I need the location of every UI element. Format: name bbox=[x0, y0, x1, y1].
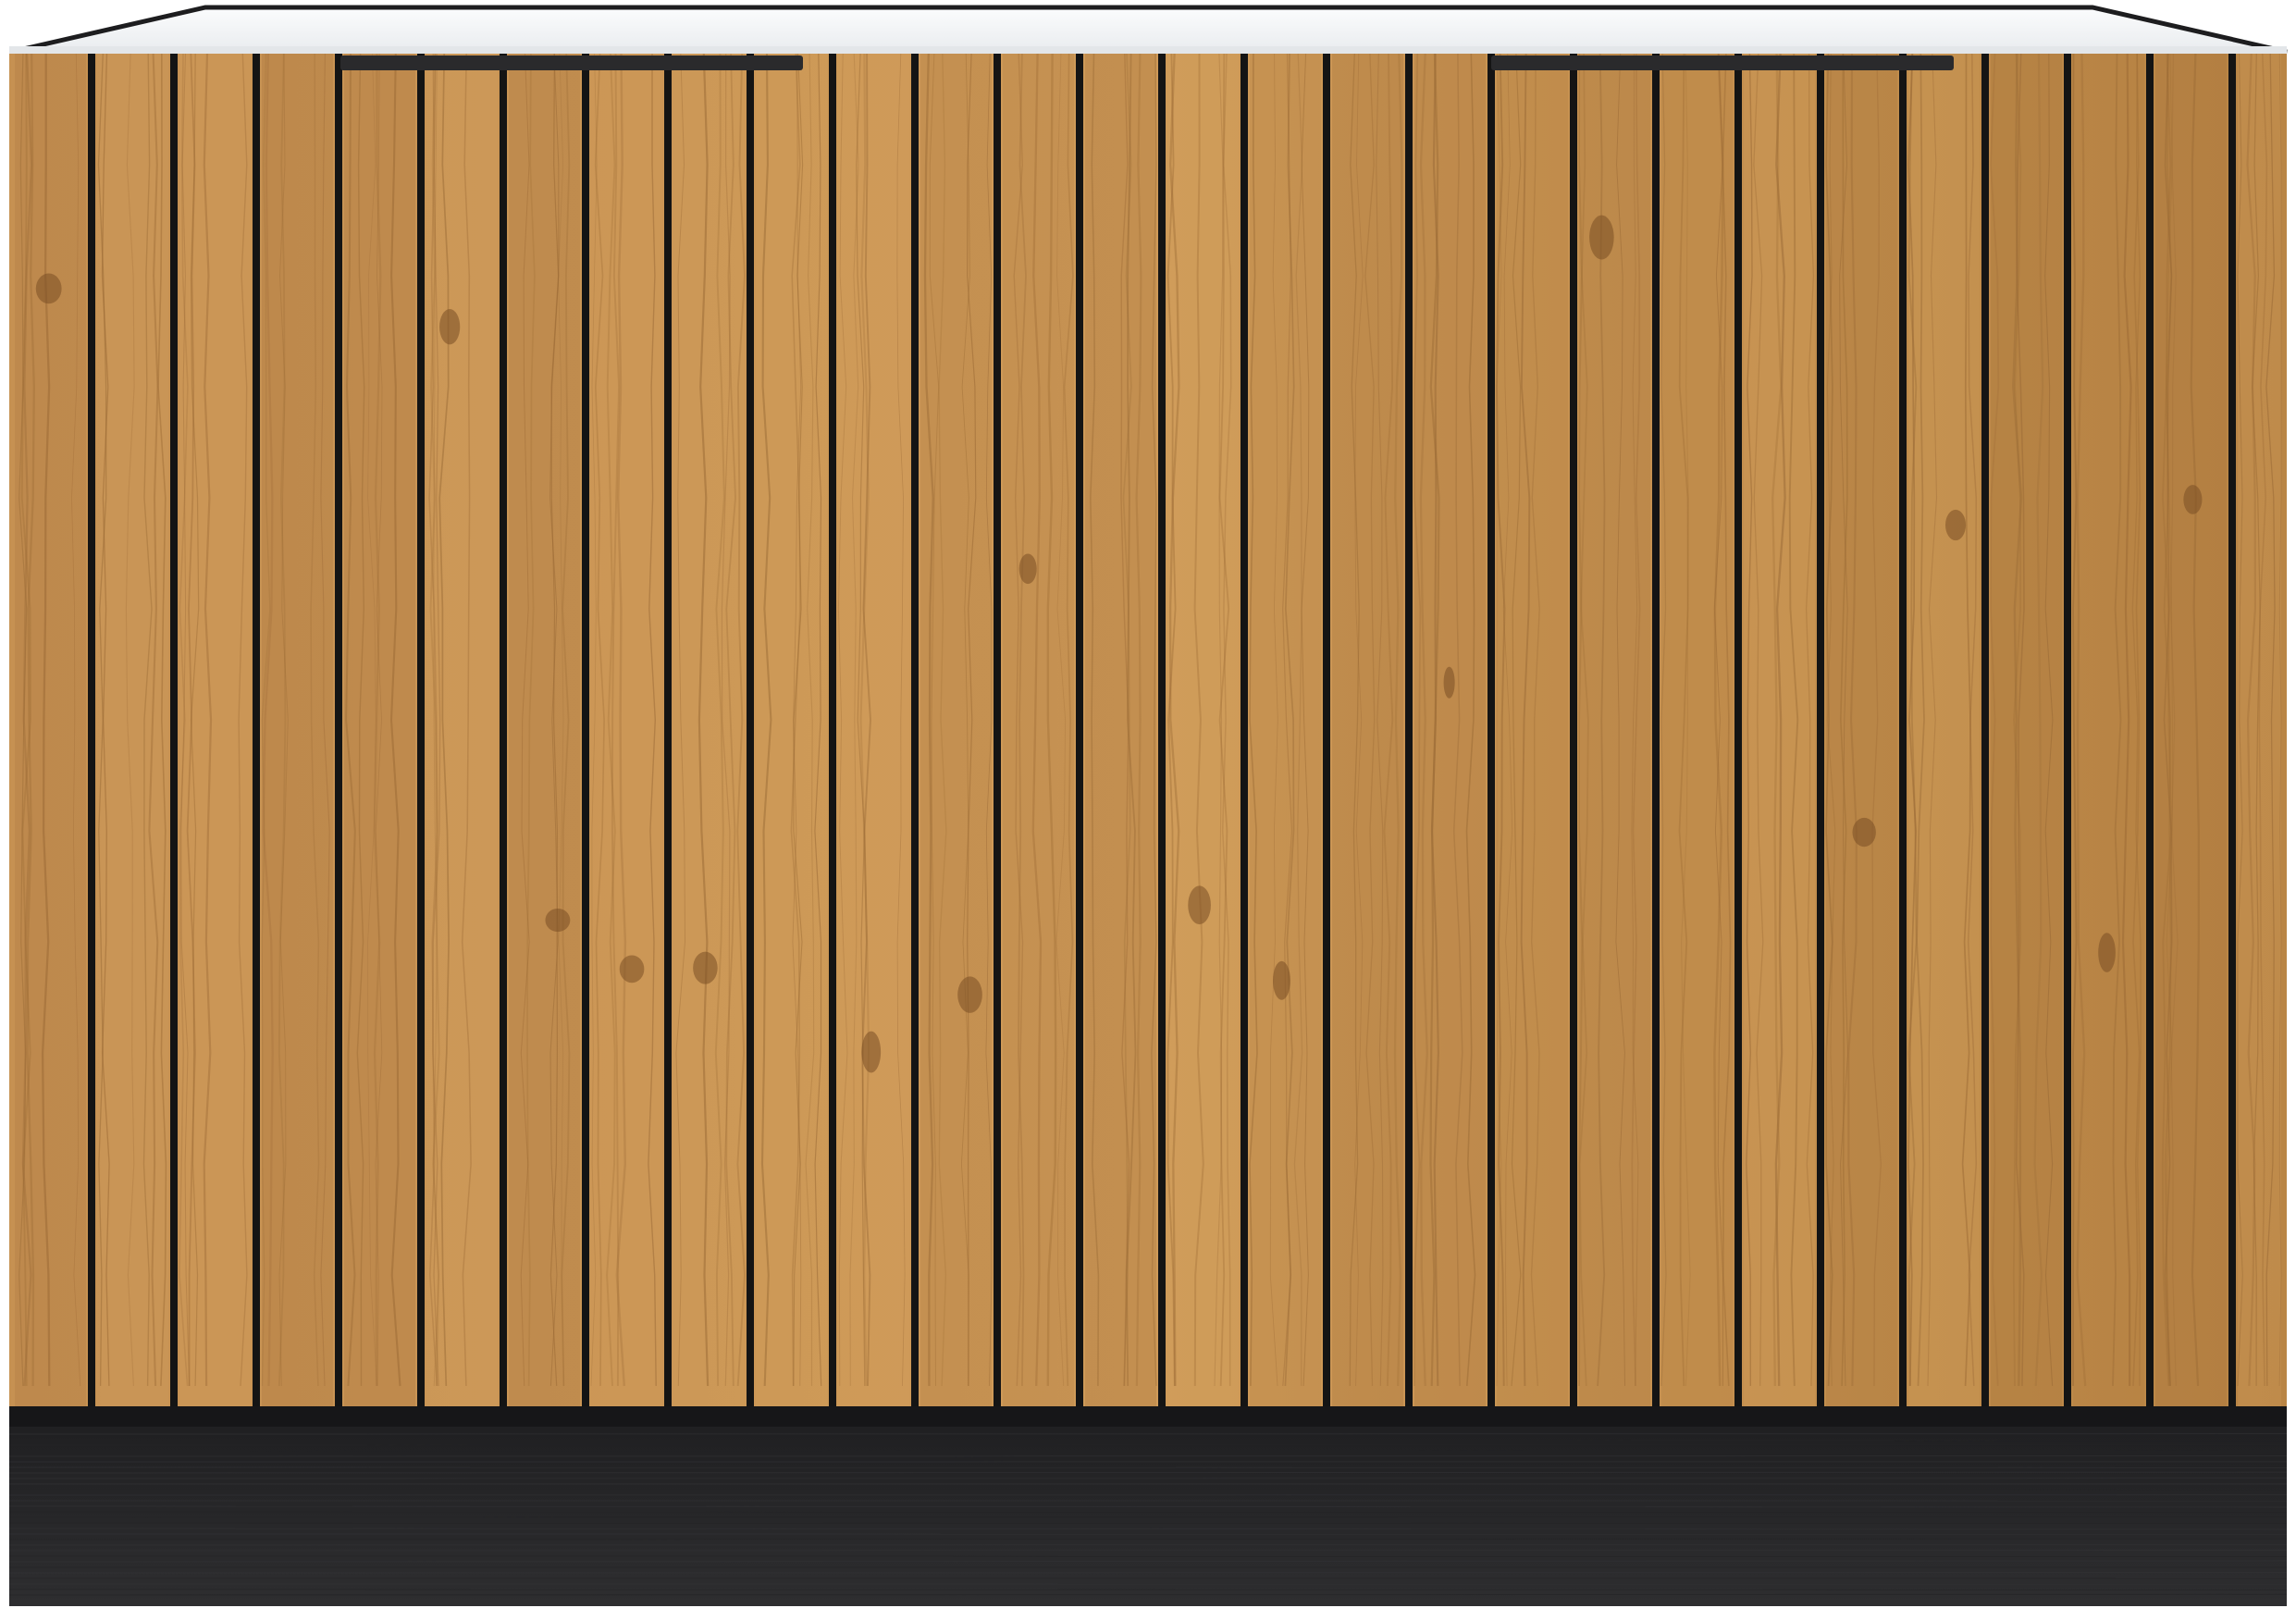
right-door-handle[interactable] bbox=[1491, 56, 1954, 70]
batten-gap bbox=[417, 54, 425, 1406]
batten-gap bbox=[1158, 54, 1166, 1406]
batten-gap bbox=[1652, 54, 1660, 1406]
batten-gap bbox=[1734, 54, 1742, 1406]
wood-knot bbox=[861, 1031, 882, 1073]
batten-tone bbox=[509, 54, 580, 1406]
batten-gap bbox=[582, 54, 589, 1406]
wood-knot bbox=[2183, 485, 2203, 514]
batten-gap bbox=[1570, 54, 1577, 1406]
batten-gap bbox=[1817, 54, 1824, 1406]
wood-knot bbox=[957, 976, 982, 1013]
wood-knot bbox=[1188, 885, 1211, 925]
wood-knot bbox=[35, 273, 62, 304]
batten-tone bbox=[1085, 54, 1156, 1406]
batten-tone bbox=[1250, 54, 1321, 1406]
product-image bbox=[0, 0, 2296, 1608]
batten-gap bbox=[335, 54, 342, 1406]
plinth-grain-line bbox=[8, 1439, 2288, 1441]
wood-knot bbox=[1443, 666, 1455, 699]
batten-gap bbox=[1076, 54, 1083, 1406]
batten-gap bbox=[1241, 54, 1248, 1406]
batten-gap bbox=[1981, 54, 1989, 1406]
batten-gap bbox=[747, 54, 754, 1406]
wood-grain bbox=[15, 53, 2282, 1406]
batten-gap bbox=[500, 54, 507, 1406]
batten-gap bbox=[994, 54, 1001, 1406]
wood-knot bbox=[619, 955, 645, 983]
batten-gap bbox=[2064, 54, 2071, 1406]
plinth-grain-line bbox=[8, 1538, 2288, 1540]
batten-gap bbox=[1323, 54, 1330, 1406]
batten-gap bbox=[664, 54, 672, 1406]
batten-gap bbox=[1899, 54, 1907, 1406]
left-door-handle[interactable] bbox=[340, 56, 803, 70]
plinth-grain-line bbox=[8, 1593, 2288, 1596]
wood-knot bbox=[693, 951, 718, 984]
plinth bbox=[8, 1406, 2288, 1606]
batten-tone bbox=[1332, 54, 1403, 1406]
wood-knot bbox=[439, 309, 461, 345]
wood-knot bbox=[1018, 553, 1037, 585]
batten-gap bbox=[1405, 54, 1413, 1406]
wood-knot bbox=[1944, 509, 1967, 541]
batten-tone bbox=[838, 54, 909, 1406]
batten-tone bbox=[1497, 54, 1568, 1406]
batten-tone bbox=[262, 54, 333, 1406]
batten-gap bbox=[88, 54, 95, 1406]
batten-tone bbox=[1991, 54, 2062, 1406]
cabinet-front bbox=[9, 53, 2287, 1406]
batten-gap bbox=[2228, 54, 2236, 1406]
batten-tone bbox=[673, 54, 745, 1406]
batten-tone bbox=[179, 54, 251, 1406]
wood-knot bbox=[1852, 817, 1876, 847]
wood-knot bbox=[1589, 215, 1614, 260]
batten-gap bbox=[253, 54, 260, 1406]
plinth-grain-line bbox=[8, 1511, 2288, 1514]
wood-knot bbox=[1273, 960, 1290, 1000]
batten-gap bbox=[829, 54, 836, 1406]
batten-gap bbox=[911, 54, 919, 1406]
batten-tone bbox=[1826, 54, 1897, 1406]
batten-gap bbox=[1487, 54, 1495, 1406]
wood-knot bbox=[2098, 933, 2116, 972]
countertop-top-surface bbox=[10, 5, 2288, 55]
countertop bbox=[9, 5, 2288, 56]
plinth-shadow-band bbox=[9, 1406, 2287, 1427]
batten-gap bbox=[170, 54, 178, 1406]
batten-gap bbox=[2146, 54, 2154, 1406]
cabinet-illustration bbox=[8, 5, 2288, 1606]
wood-knot bbox=[545, 908, 571, 933]
batten-tone bbox=[1744, 54, 1815, 1406]
